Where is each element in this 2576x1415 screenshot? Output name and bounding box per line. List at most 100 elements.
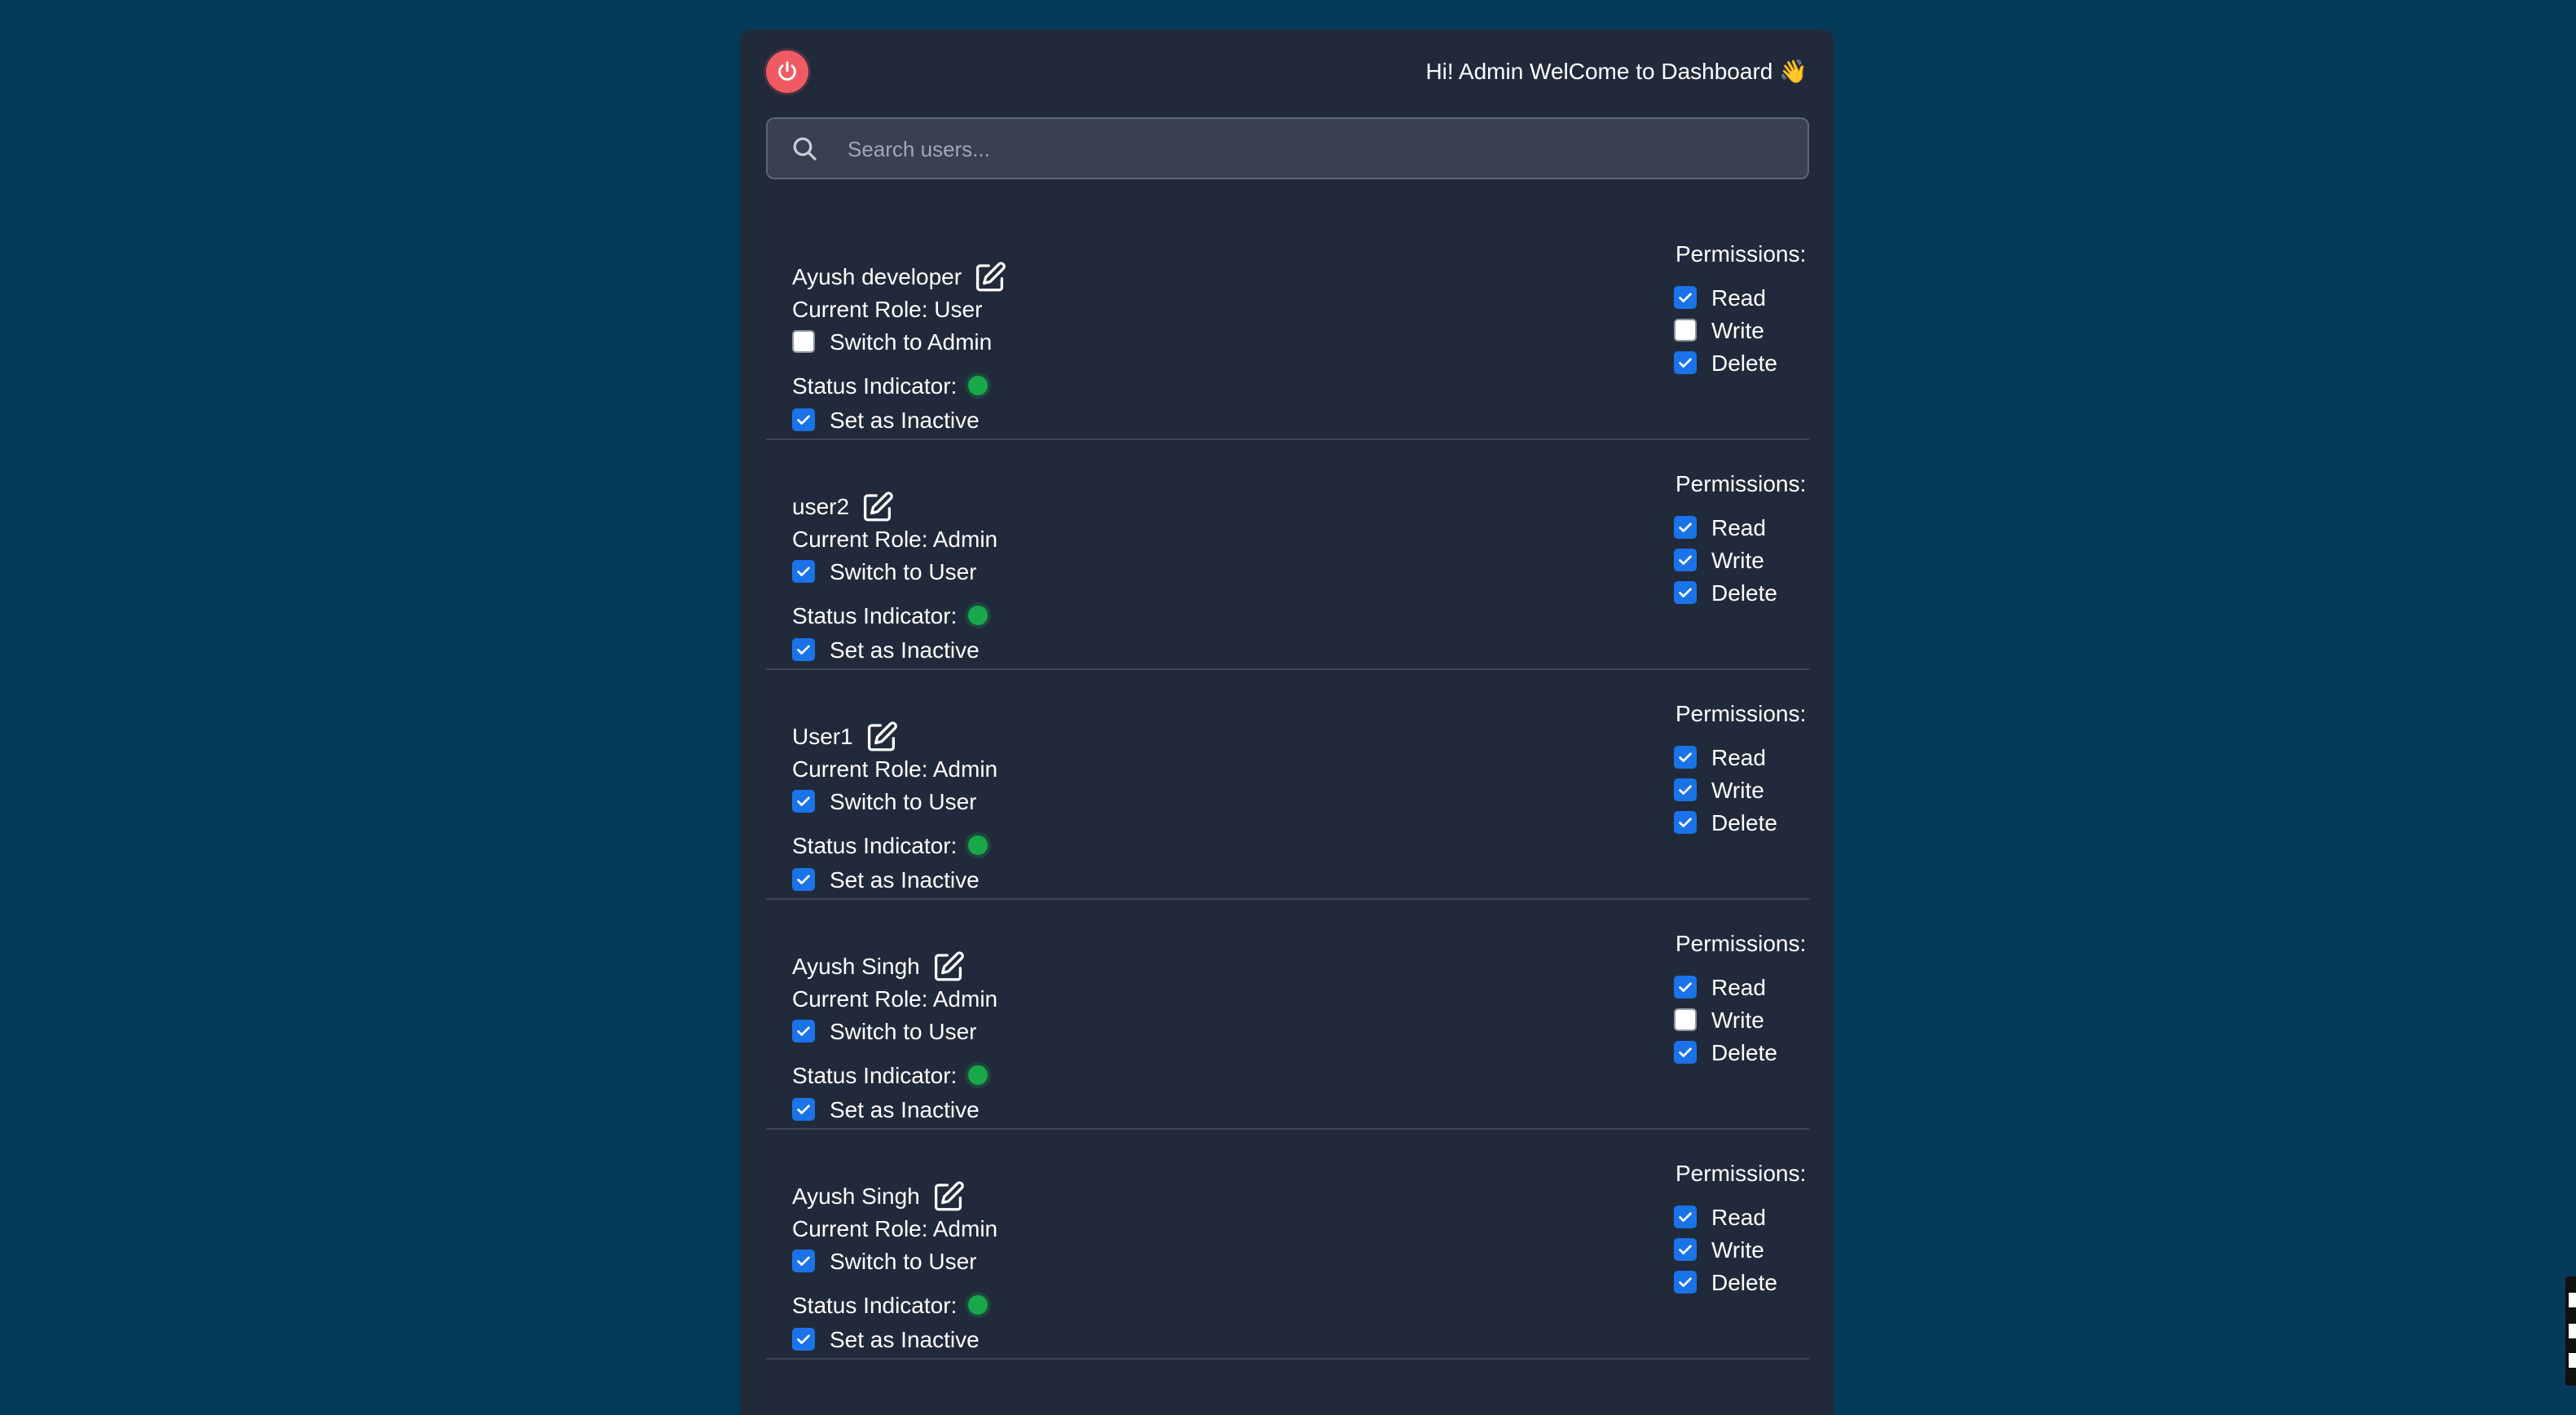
permission-read-checkbox[interactable] xyxy=(1674,286,1697,310)
permission-delete-checkbox[interactable] xyxy=(1674,811,1697,835)
set-inactive-row[interactable]: Set as Inactive xyxy=(792,1094,980,1126)
user-card: user2 Current Role: Admin Switch to User St… xyxy=(766,440,1809,670)
permission-delete-label: Delete xyxy=(1711,350,1777,376)
role-switch-checkbox[interactable] xyxy=(792,1250,815,1273)
edit-icon xyxy=(863,492,893,522)
role-switch-checkbox[interactable] xyxy=(792,790,815,813)
set-inactive-checkbox[interactable] xyxy=(792,1328,815,1351)
permission-read-label: Read xyxy=(1711,1205,1766,1230)
edit-user-button[interactable] xyxy=(931,1179,966,1214)
status-indicator-label: Status Indicator: xyxy=(792,833,958,858)
user-card: Ayush Singh Current Role: Admin Switch to … xyxy=(766,900,1809,1130)
permission-delete-checkbox[interactable] xyxy=(1674,1041,1697,1065)
set-inactive-checkbox[interactable] xyxy=(792,408,815,432)
check-icon xyxy=(797,1256,810,1267)
role-switch-label: Switch to User xyxy=(830,559,977,584)
search-input[interactable] xyxy=(846,129,1786,170)
permission-delete-row[interactable]: Delete xyxy=(1674,1037,1777,1069)
check-icon xyxy=(797,645,810,655)
permission-read-row[interactable]: Read xyxy=(1674,972,1766,1004)
role-switch-checkbox[interactable] xyxy=(792,330,815,354)
role-switch-row[interactable]: Switch to Admin xyxy=(792,326,992,359)
permission-read-checkbox[interactable] xyxy=(1674,976,1697,999)
role-switch-label: Switch to User xyxy=(830,1019,977,1044)
permission-delete-label: Delete xyxy=(1711,1270,1777,1295)
status-indicator-label: Status Indicator: xyxy=(792,603,958,628)
permission-read-checkbox[interactable] xyxy=(1674,516,1697,540)
permission-write-checkbox[interactable] xyxy=(1674,1238,1697,1262)
floating-side-widget[interactable] xyxy=(2565,1276,2576,1386)
status-indicator: Status Indicator: xyxy=(792,370,989,403)
permission-delete-row[interactable]: Delete xyxy=(1674,1267,1777,1299)
permission-write-row[interactable]: Write xyxy=(1674,1004,1764,1037)
permission-read-checkbox[interactable] xyxy=(1674,1206,1697,1229)
user-name: User1 xyxy=(792,724,853,749)
set-inactive-row[interactable]: Set as Inactive xyxy=(792,634,980,667)
check-icon xyxy=(1679,1047,1692,1058)
user-card: User1 Current Role: Admin Switch to User St… xyxy=(766,670,1809,900)
permission-read-row[interactable]: Read xyxy=(1674,742,1766,774)
set-inactive-label: Set as Inactive xyxy=(830,1327,980,1352)
current-role: Current Role: Admin xyxy=(792,527,998,552)
set-inactive-checkbox[interactable] xyxy=(792,1098,815,1122)
status-dot-icon xyxy=(968,835,989,855)
role-switch-checkbox[interactable] xyxy=(792,560,815,584)
set-inactive-row[interactable]: Set as Inactive xyxy=(792,404,980,437)
permission-read-row[interactable]: Read xyxy=(1674,282,1766,315)
permission-delete-checkbox[interactable] xyxy=(1674,351,1697,375)
user-name: Ayush Singh xyxy=(792,1184,920,1209)
search-icon xyxy=(793,137,817,161)
set-inactive-checkbox[interactable] xyxy=(792,868,815,892)
edit-user-button[interactable] xyxy=(931,950,966,984)
edit-user-button[interactable] xyxy=(973,260,1007,294)
permission-write-row[interactable]: Write xyxy=(1674,1234,1764,1267)
status-indicator: Status Indicator: xyxy=(792,1060,989,1092)
role-switch-checkbox[interactable] xyxy=(792,1020,815,1043)
check-icon xyxy=(797,1334,810,1345)
permission-delete-row[interactable]: Delete xyxy=(1674,577,1777,610)
permission-delete-checkbox[interactable] xyxy=(1674,581,1697,605)
logout-button[interactable] xyxy=(766,51,808,93)
role-switch-row[interactable]: Switch to User xyxy=(792,1016,977,1048)
role-switch-row[interactable]: Switch to User xyxy=(792,786,977,818)
check-icon xyxy=(797,1104,810,1115)
edit-user-button[interactable] xyxy=(865,720,899,754)
permission-write-checkbox[interactable] xyxy=(1674,319,1697,342)
permission-read-checkbox[interactable] xyxy=(1674,746,1697,769)
set-inactive-row[interactable]: Set as Inactive xyxy=(792,1324,980,1356)
user-card: Ayush developer Current Role: User Switch … xyxy=(766,210,1809,440)
status-indicator: Status Indicator: xyxy=(792,1289,989,1322)
permission-write-checkbox[interactable] xyxy=(1674,778,1697,802)
permission-delete-checkbox[interactable] xyxy=(1674,1271,1697,1294)
role-switch-row[interactable]: Switch to User xyxy=(792,556,977,588)
permission-delete-row[interactable]: Delete xyxy=(1674,807,1777,840)
edit-icon xyxy=(934,951,964,981)
permission-delete-row[interactable]: Delete xyxy=(1674,347,1777,380)
current-role: Current Role: Admin xyxy=(792,986,998,1012)
power-icon xyxy=(778,61,796,81)
permission-delete-label: Delete xyxy=(1711,810,1777,835)
permissions-title: Permissions: xyxy=(1676,701,1807,726)
status-indicator: Status Indicator: xyxy=(792,600,989,633)
role-switch-label: Switch to User xyxy=(830,789,977,814)
set-inactive-label: Set as Inactive xyxy=(830,637,980,663)
set-inactive-checkbox[interactable] xyxy=(792,638,815,662)
permission-write-checkbox[interactable] xyxy=(1674,549,1697,572)
user-name-row: Ayush developer xyxy=(792,261,1007,293)
edit-icon xyxy=(934,1181,964,1211)
permission-read-row[interactable]: Read xyxy=(1674,1201,1766,1234)
dashboard-header: Hi! Admin WelCome to Dashboard 👋 xyxy=(766,51,1808,93)
permission-write-row[interactable]: Write xyxy=(1674,315,1764,347)
permission-write-row[interactable]: Write xyxy=(1674,774,1764,807)
edit-user-button[interactable] xyxy=(861,490,895,524)
permission-write-checkbox[interactable] xyxy=(1674,1008,1697,1032)
role-switch-label: Switch to Admin xyxy=(830,329,993,355)
user-name: Ayush Singh xyxy=(792,954,920,979)
check-icon xyxy=(1679,785,1692,796)
set-inactive-row[interactable]: Set as Inactive xyxy=(792,864,980,897)
permission-write-row[interactable]: Write xyxy=(1674,544,1764,577)
permission-read-row[interactable]: Read xyxy=(1674,512,1766,544)
search-bar[interactable] xyxy=(766,117,1809,179)
role-switch-row[interactable]: Switch to User xyxy=(792,1245,977,1278)
status-indicator-label: Status Indicator: xyxy=(792,373,958,399)
